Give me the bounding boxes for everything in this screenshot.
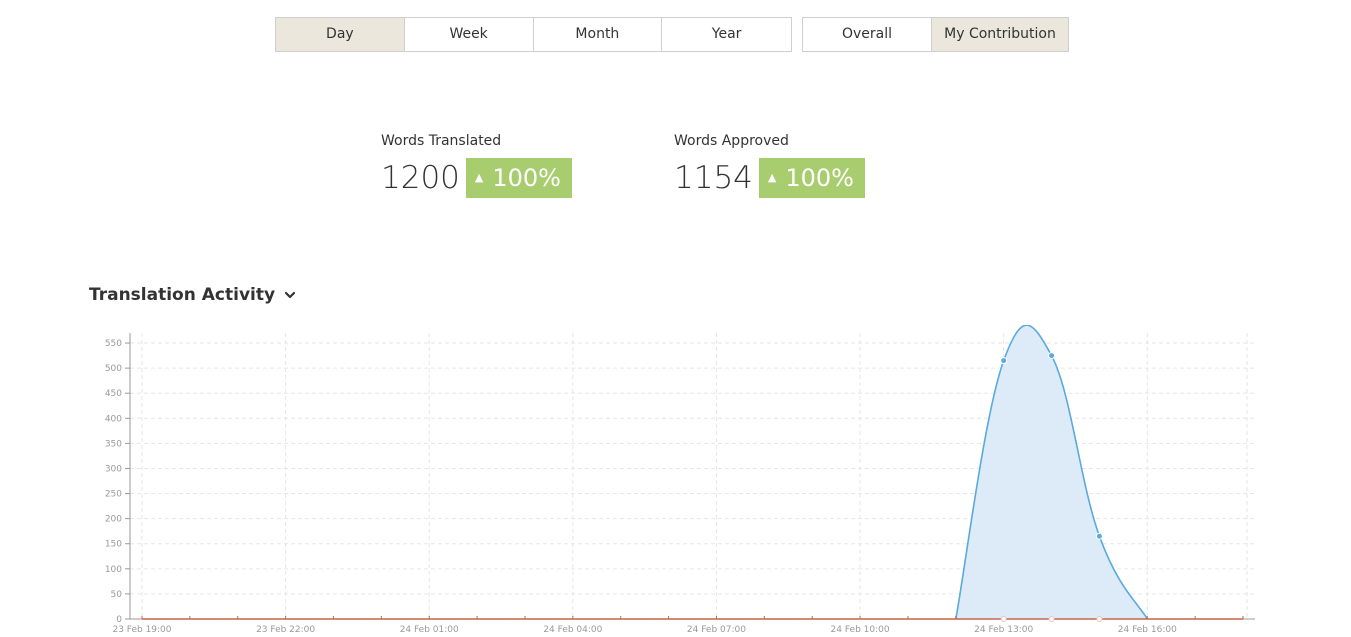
x-tick-label: 24 Feb 16:00 xyxy=(1118,625,1177,635)
x-tick-label: 24 Feb 07:00 xyxy=(687,625,746,635)
y-tick-label: 300 xyxy=(105,464,122,474)
data-point xyxy=(1095,532,1103,540)
data-point xyxy=(1000,357,1008,365)
x-tick-label: 24 Feb 10:00 xyxy=(831,625,890,635)
y-tick-label: 450 xyxy=(105,389,122,399)
stat-label: Words Translated xyxy=(381,133,502,149)
stat-label: Words Approved xyxy=(674,133,789,149)
tab-my-contribution[interactable]: My Contribution xyxy=(932,18,1068,51)
translation-activity-dropdown[interactable]: Translation Activity xyxy=(89,285,296,305)
change-value: 100% xyxy=(785,164,854,192)
y-tick-label: 50 xyxy=(111,590,123,600)
stat-value: 1154 xyxy=(674,160,753,196)
tab-month[interactable]: Month xyxy=(533,18,663,51)
x-tick-label: 23 Feb 19:00 xyxy=(112,625,171,635)
x-tick-label: 24 Feb 04:00 xyxy=(543,625,602,635)
chart-svg: 0 50 100 150 200 250 300 350 400 450 500 550 23 Feb … xyxy=(105,325,1255,635)
x-tick-label: 24 Feb 01:00 xyxy=(400,625,459,635)
scope-selector: Overall My Contribution xyxy=(802,17,1069,52)
tab-week[interactable]: Week xyxy=(404,18,534,51)
y-tick-label: 0 xyxy=(116,615,122,625)
stat-value: 1200 xyxy=(381,160,460,196)
y-tick-label: 250 xyxy=(105,490,122,500)
y-tick-label: 200 xyxy=(105,515,122,525)
stat-row: 1154 ▲ 100% xyxy=(674,158,865,198)
data-point xyxy=(1048,616,1055,622)
y-tick-label: 400 xyxy=(105,414,122,424)
period-selector: Day Week Month Year xyxy=(275,17,792,52)
y-tick-label: 500 xyxy=(105,364,122,374)
up-arrow-icon: ▲ xyxy=(767,171,777,184)
tab-day[interactable]: Day xyxy=(276,18,405,51)
change-value: 100% xyxy=(492,164,561,192)
section-title: Translation Activity xyxy=(89,285,276,305)
tab-year[interactable]: Year xyxy=(662,18,791,51)
y-tick-label: 100 xyxy=(105,565,122,575)
y-tick-label: 550 xyxy=(105,339,122,349)
stat-words-translated: Words Translated 1200 ▲ 100% xyxy=(381,133,572,198)
up-arrow-icon: ▲ xyxy=(474,171,484,184)
change-badge: ▲ 100% xyxy=(758,158,865,198)
data-point xyxy=(1096,616,1103,622)
y-tick-label: 350 xyxy=(105,439,122,449)
series-area-fill xyxy=(955,325,1148,619)
x-tick-label: 23 Feb 22:00 xyxy=(256,625,315,635)
y-tick-label: 150 xyxy=(105,540,122,550)
dashboard: Day Week Month Year Overall My Contribut… xyxy=(0,0,1351,637)
stat-words-approved: Words Approved 1154 ▲ 100% xyxy=(674,133,865,198)
tab-overall[interactable]: Overall xyxy=(803,18,932,51)
x-tick-label: 24 Feb 13:00 xyxy=(974,625,1033,635)
stat-row: 1200 ▲ 100% xyxy=(381,158,572,198)
translation-activity-chart: 0 50 100 150 200 250 300 350 400 450 500 550 23 Feb … xyxy=(0,325,1351,637)
data-point xyxy=(1048,352,1056,360)
change-badge: ▲ 100% xyxy=(465,158,572,198)
chevron-down-icon xyxy=(284,291,296,299)
data-point xyxy=(1000,616,1007,622)
